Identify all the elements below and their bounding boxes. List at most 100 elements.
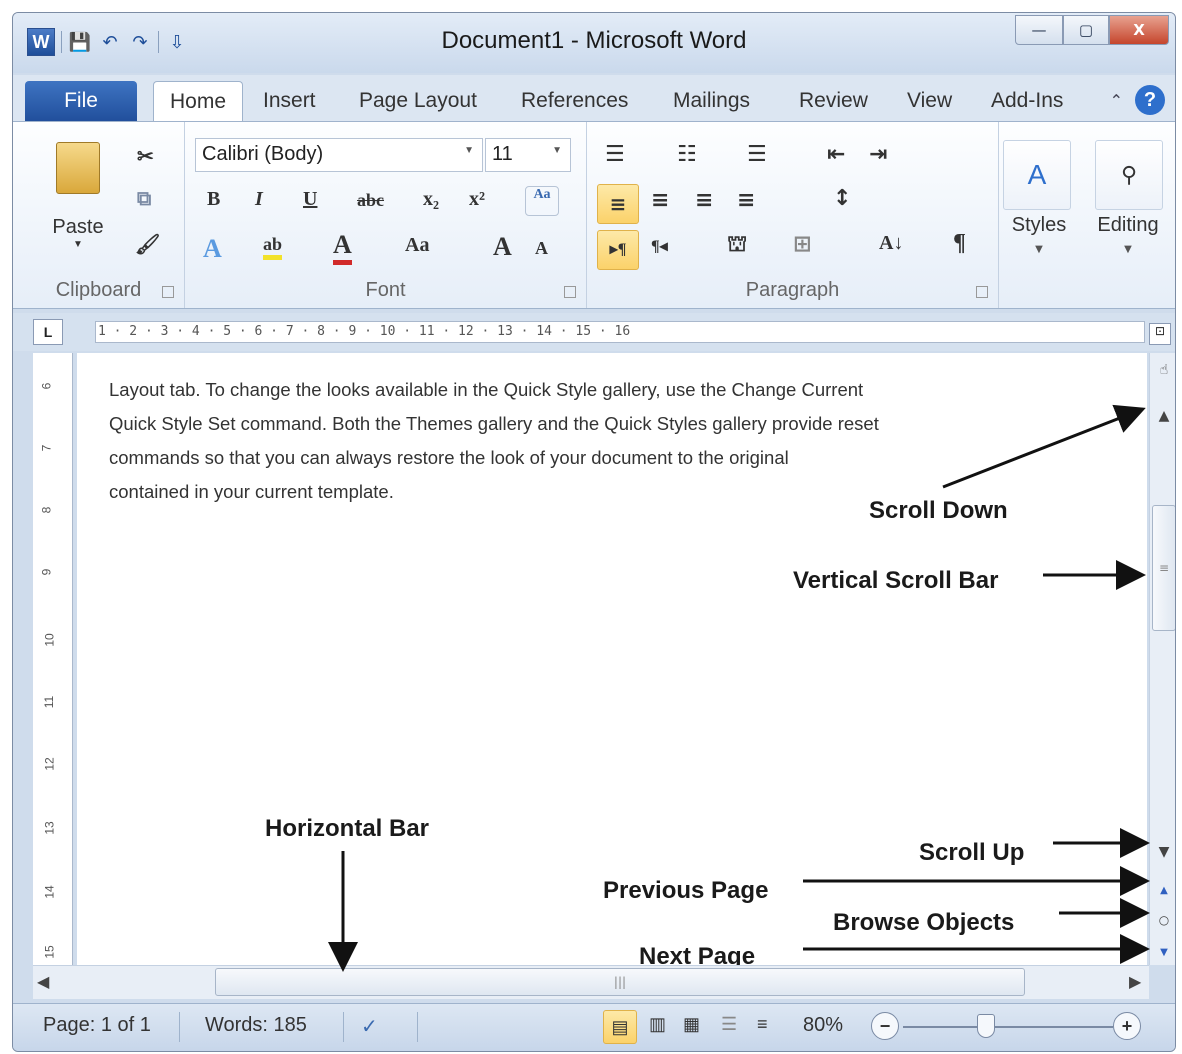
styles-label[interactable]: Styles bbox=[999, 214, 1079, 237]
rtl-paragraph-icon[interactable]: ¶◂ bbox=[651, 236, 668, 256]
align-right-icon[interactable]: ≡ bbox=[695, 188, 713, 213]
outline-icon[interactable]: ☰ bbox=[721, 1014, 737, 1035]
close-button[interactable]: X bbox=[1109, 15, 1169, 45]
tab-add-ins[interactable]: Add-Ins bbox=[981, 81, 1073, 121]
minimize-button[interactable]: — bbox=[1015, 15, 1063, 45]
clipboard-label: Clipboard bbox=[55, 279, 142, 301]
italic-button[interactable]: I bbox=[255, 188, 263, 211]
hand-icon[interactable]: ☝ bbox=[1152, 359, 1175, 381]
callout-previous-page: Previous Page bbox=[603, 877, 769, 904]
increase-indent-icon[interactable]: ⇥ bbox=[869, 142, 887, 167]
numbering-icon[interactable]: ☷ bbox=[677, 142, 697, 167]
title-bar: W 💾 ↶ ↷ ⇩ Document1 - Microsoft Word — ▢… bbox=[13, 13, 1175, 73]
page-count[interactable]: Page: 1 of 1 bbox=[43, 1014, 151, 1037]
tab-file[interactable]: File bbox=[25, 81, 137, 121]
status-bar: Page: 1 of 1 Words: 185 ✓ ▤ ▥ ▦ ☰ ≡ 80% … bbox=[13, 1003, 1175, 1051]
tab-page-layout[interactable]: Page Layout bbox=[349, 81, 487, 121]
justify-icon[interactable]: ≡ bbox=[737, 188, 755, 213]
change-case-button[interactable]: Aa bbox=[405, 234, 429, 257]
bullets-icon[interactable]: ☰ bbox=[605, 142, 625, 167]
highlight-icon[interactable]: ab bbox=[263, 234, 283, 260]
font-size-select[interactable]: 11 ▼ bbox=[485, 138, 571, 172]
minimize-ribbon-icon[interactable]: ⌃ bbox=[1110, 91, 1123, 110]
document-paragraph[interactable]: Layout tab. To change the looks availabl… bbox=[109, 373, 1069, 509]
draft-icon[interactable]: ≡ bbox=[757, 1014, 768, 1035]
dialog-launcher-icon[interactable] bbox=[564, 286, 576, 298]
ltr-paragraph-icon[interactable]: ▸¶ bbox=[597, 230, 639, 270]
view-ruler-icon[interactable]: ⊡ bbox=[1149, 323, 1171, 345]
shrink-font-button[interactable]: A bbox=[535, 238, 548, 259]
zoom-slider[interactable] bbox=[903, 1026, 1113, 1028]
multilevel-list-icon[interactable]: ☰ bbox=[747, 142, 767, 167]
ruler-number: 12 bbox=[42, 757, 57, 771]
binoculars-icon[interactable]: ⚲ bbox=[1095, 140, 1163, 210]
tab-review[interactable]: Review bbox=[789, 81, 878, 121]
next-page-icon[interactable]: ▼ bbox=[1152, 941, 1175, 963]
tab-insert[interactable]: Insert bbox=[253, 81, 326, 121]
proofing-icon[interactable]: ✓ bbox=[361, 1014, 378, 1039]
subscript-button[interactable]: x₂ bbox=[423, 188, 439, 211]
shading-icon[interactable]: ⛫ bbox=[727, 232, 747, 260]
tab-mailings[interactable]: Mailings bbox=[663, 81, 760, 121]
borders-icon[interactable]: ⊞ bbox=[793, 232, 811, 257]
ruler-scale[interactable]: 1 · 2 · 3 · 4 · 5 · 6 · 7 · 8 · 9 · 10 ·… bbox=[95, 321, 1145, 343]
show-formatting-button[interactable]: ¶ bbox=[953, 230, 966, 257]
maximize-button[interactable]: ▢ bbox=[1063, 15, 1109, 45]
strikethrough-button[interactable]: abc bbox=[357, 190, 384, 211]
browse-objects-icon[interactable]: ○ bbox=[1152, 909, 1175, 931]
editing-label[interactable]: Editing bbox=[1079, 214, 1175, 237]
scroll-right-arrow-icon[interactable]: ▶ bbox=[1129, 972, 1141, 991]
superscript-button[interactable]: x² bbox=[469, 188, 485, 211]
help-icon[interactable]: ? bbox=[1135, 85, 1165, 115]
tab-selector[interactable]: L bbox=[33, 319, 63, 345]
line-spacing-icon[interactable]: ↕ bbox=[833, 186, 851, 211]
cut-icon[interactable]: ✂ bbox=[137, 144, 154, 169]
align-left-icon[interactable]: ≡ bbox=[597, 184, 639, 224]
align-center-icon[interactable]: ≡ bbox=[651, 188, 669, 213]
callout-browse-objects: Browse Objects bbox=[833, 909, 1015, 936]
scroll-down-arrow-icon[interactable]: ▼ bbox=[1152, 841, 1175, 863]
decrease-indent-icon[interactable]: ⇤ bbox=[827, 142, 845, 167]
dialog-launcher-icon[interactable] bbox=[162, 286, 174, 298]
tab-view[interactable]: View bbox=[897, 81, 962, 121]
ruler-number: 8 bbox=[39, 506, 54, 514]
text-effects-icon[interactable]: A bbox=[203, 234, 222, 264]
tab-home[interactable]: Home bbox=[153, 81, 243, 121]
paste-button[interactable]: Paste ▼ bbox=[35, 136, 121, 266]
web-layout-icon[interactable]: ▦ bbox=[683, 1014, 700, 1035]
clear-formatting-icon[interactable]: Aa bbox=[525, 186, 559, 216]
previous-page-icon[interactable]: ▲ bbox=[1152, 879, 1175, 901]
copy-icon[interactable]: ⧉ bbox=[137, 188, 151, 211]
grow-font-button[interactable]: A bbox=[493, 232, 512, 262]
font-family-select[interactable]: Calibri (Body) ▼ bbox=[195, 138, 483, 172]
text-line: commands so that you can always restore … bbox=[109, 447, 789, 468]
horizontal-scroll-thumb[interactable]: ||| bbox=[215, 968, 1025, 996]
vertical-scrollbar[interactable]: ☝ ▲ ≡ ▼ ▲ ○ ▼ bbox=[1149, 353, 1175, 965]
tab-references[interactable]: References bbox=[511, 81, 638, 121]
zoom-out-button[interactable]: − bbox=[871, 1012, 899, 1040]
zoom-in-button[interactable]: + bbox=[1113, 1012, 1141, 1040]
paste-label: Paste bbox=[52, 216, 104, 238]
zoom-level[interactable]: 80% bbox=[803, 1014, 843, 1037]
ruler-number: 10 bbox=[42, 633, 57, 647]
document-area[interactable]: Layout tab. To change the looks availabl… bbox=[77, 353, 1147, 970]
bold-button[interactable]: B bbox=[207, 188, 220, 211]
word-count[interactable]: Words: 185 bbox=[205, 1014, 307, 1037]
styles-icon[interactable]: A bbox=[1003, 140, 1071, 210]
underline-button[interactable]: U bbox=[303, 188, 317, 211]
font-color-icon[interactable]: A bbox=[333, 230, 352, 265]
horizontal-scrollbar[interactable]: ◀ ||| ▶ bbox=[33, 965, 1149, 999]
text-line: Layout tab. To change the looks availabl… bbox=[109, 379, 864, 400]
clipboard-group: Paste ▼ ✂ ⧉ 🖌 Clipboard bbox=[13, 122, 185, 308]
scroll-up-arrow-icon[interactable]: ▲ bbox=[1152, 405, 1175, 427]
ruler-number: 13 bbox=[42, 821, 57, 835]
dialog-launcher-icon[interactable] bbox=[976, 286, 988, 298]
print-layout-icon[interactable]: ▤ bbox=[603, 1010, 637, 1044]
ruler-number: 15 bbox=[42, 945, 57, 959]
zoom-slider-thumb[interactable] bbox=[977, 1014, 995, 1038]
format-painter-icon[interactable]: 🖌 bbox=[135, 232, 160, 257]
sort-button[interactable]: A↓ bbox=[879, 232, 903, 255]
scroll-left-arrow-icon[interactable]: ◀ bbox=[37, 972, 49, 991]
full-screen-reading-icon[interactable]: ▥ bbox=[649, 1014, 666, 1035]
vertical-scroll-thumb[interactable]: ≡ bbox=[1152, 505, 1175, 631]
